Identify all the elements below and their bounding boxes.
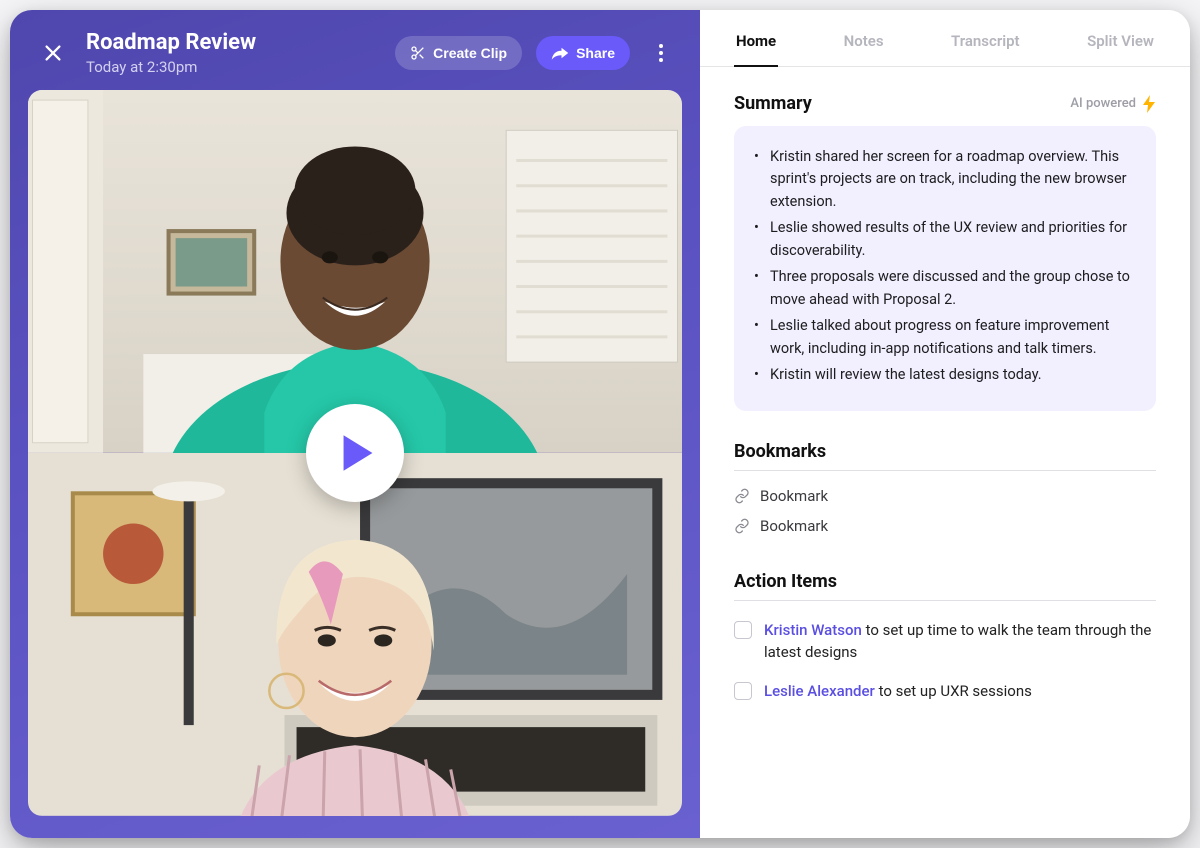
video-pane: Roadmap Review Today at 2:30pm Create Cl…: [10, 10, 700, 838]
lightning-icon: [1142, 95, 1156, 113]
summary-bullet: Leslie talked about progress on feature …: [754, 315, 1134, 360]
share-button[interactable]: Share: [536, 36, 630, 70]
tab-notes[interactable]: Notes: [844, 32, 884, 66]
title-block: Roadmap Review Today at 2:30pm: [86, 30, 381, 76]
video-tile-2: [28, 453, 682, 816]
summary-bullet: Three proposals were discussed and the g…: [754, 266, 1134, 311]
bookmarks-section: Bookmarks Bookmark Bookmark: [734, 441, 1156, 541]
play-icon: [341, 433, 375, 473]
close-icon: [42, 42, 64, 64]
mention[interactable]: Kristin Watson: [764, 621, 862, 639]
summary-title: Summary: [734, 93, 812, 114]
video-header: Roadmap Review Today at 2:30pm Create Cl…: [28, 28, 682, 90]
action-checkbox[interactable]: [734, 682, 752, 700]
summary-bullet: Leslie showed results of the UX review a…: [754, 217, 1134, 262]
action-text: Leslie Alexander to set up UXR sessions: [764, 680, 1032, 703]
bookmark-item[interactable]: Bookmark: [734, 481, 1156, 511]
mention[interactable]: Leslie Alexander: [764, 682, 875, 700]
ai-powered-badge: AI powered: [1070, 95, 1156, 113]
bookmarks-title: Bookmarks: [734, 441, 1156, 471]
video-grid: [28, 90, 682, 816]
action-items-section: Action Items Kristin Watson to set up ti…: [734, 571, 1156, 711]
bookmark-label: Bookmark: [760, 487, 828, 505]
action-item: Leslie Alexander to set up UXR sessions: [734, 672, 1156, 711]
meeting-time: Today at 2:30pm: [86, 58, 381, 76]
action-text: Kristin Watson to set up time to walk th…: [764, 619, 1156, 664]
video-tile-1: [28, 90, 682, 453]
tab-home[interactable]: Home: [736, 32, 776, 66]
summary-header: Summary AI powered: [734, 93, 1156, 114]
action-checkbox[interactable]: [734, 621, 752, 639]
bookmark-item[interactable]: Bookmark: [734, 511, 1156, 541]
app-window: Roadmap Review Today at 2:30pm Create Cl…: [10, 10, 1190, 838]
home-panel: Summary AI powered Kristin shared her sc…: [700, 67, 1190, 838]
scissors-icon: [410, 45, 426, 61]
link-icon: [734, 518, 750, 534]
more-menu-button[interactable]: [644, 36, 678, 70]
create-clip-label: Create Clip: [433, 45, 507, 61]
bookmark-label: Bookmark: [760, 517, 828, 535]
tab-transcript[interactable]: Transcript: [951, 32, 1020, 66]
meeting-title: Roadmap Review: [86, 30, 381, 56]
detail-pane: Home Notes Transcript Split View Summary AI…: [700, 10, 1190, 838]
play-button[interactable]: [306, 404, 404, 502]
ai-powered-label: AI powered: [1070, 96, 1136, 111]
action-items-title: Action Items: [734, 571, 1156, 601]
summary-bullet: Kristin will review the latest designs t…: [754, 364, 1134, 386]
create-clip-button[interactable]: Create Clip: [395, 36, 522, 70]
tab-split-view[interactable]: Split View: [1087, 32, 1154, 66]
share-label: Share: [576, 45, 615, 61]
kebab-icon: [659, 44, 663, 62]
summary-box: Kristin shared her screen for a roadmap …: [734, 126, 1156, 411]
action-item: Kristin Watson to set up time to walk th…: [734, 611, 1156, 672]
share-arrow-icon: [551, 46, 569, 60]
close-button[interactable]: [34, 34, 72, 72]
tab-bar: Home Notes Transcript Split View: [700, 10, 1190, 67]
link-icon: [734, 488, 750, 504]
summary-bullet: Kristin shared her screen for a roadmap …: [754, 146, 1134, 213]
